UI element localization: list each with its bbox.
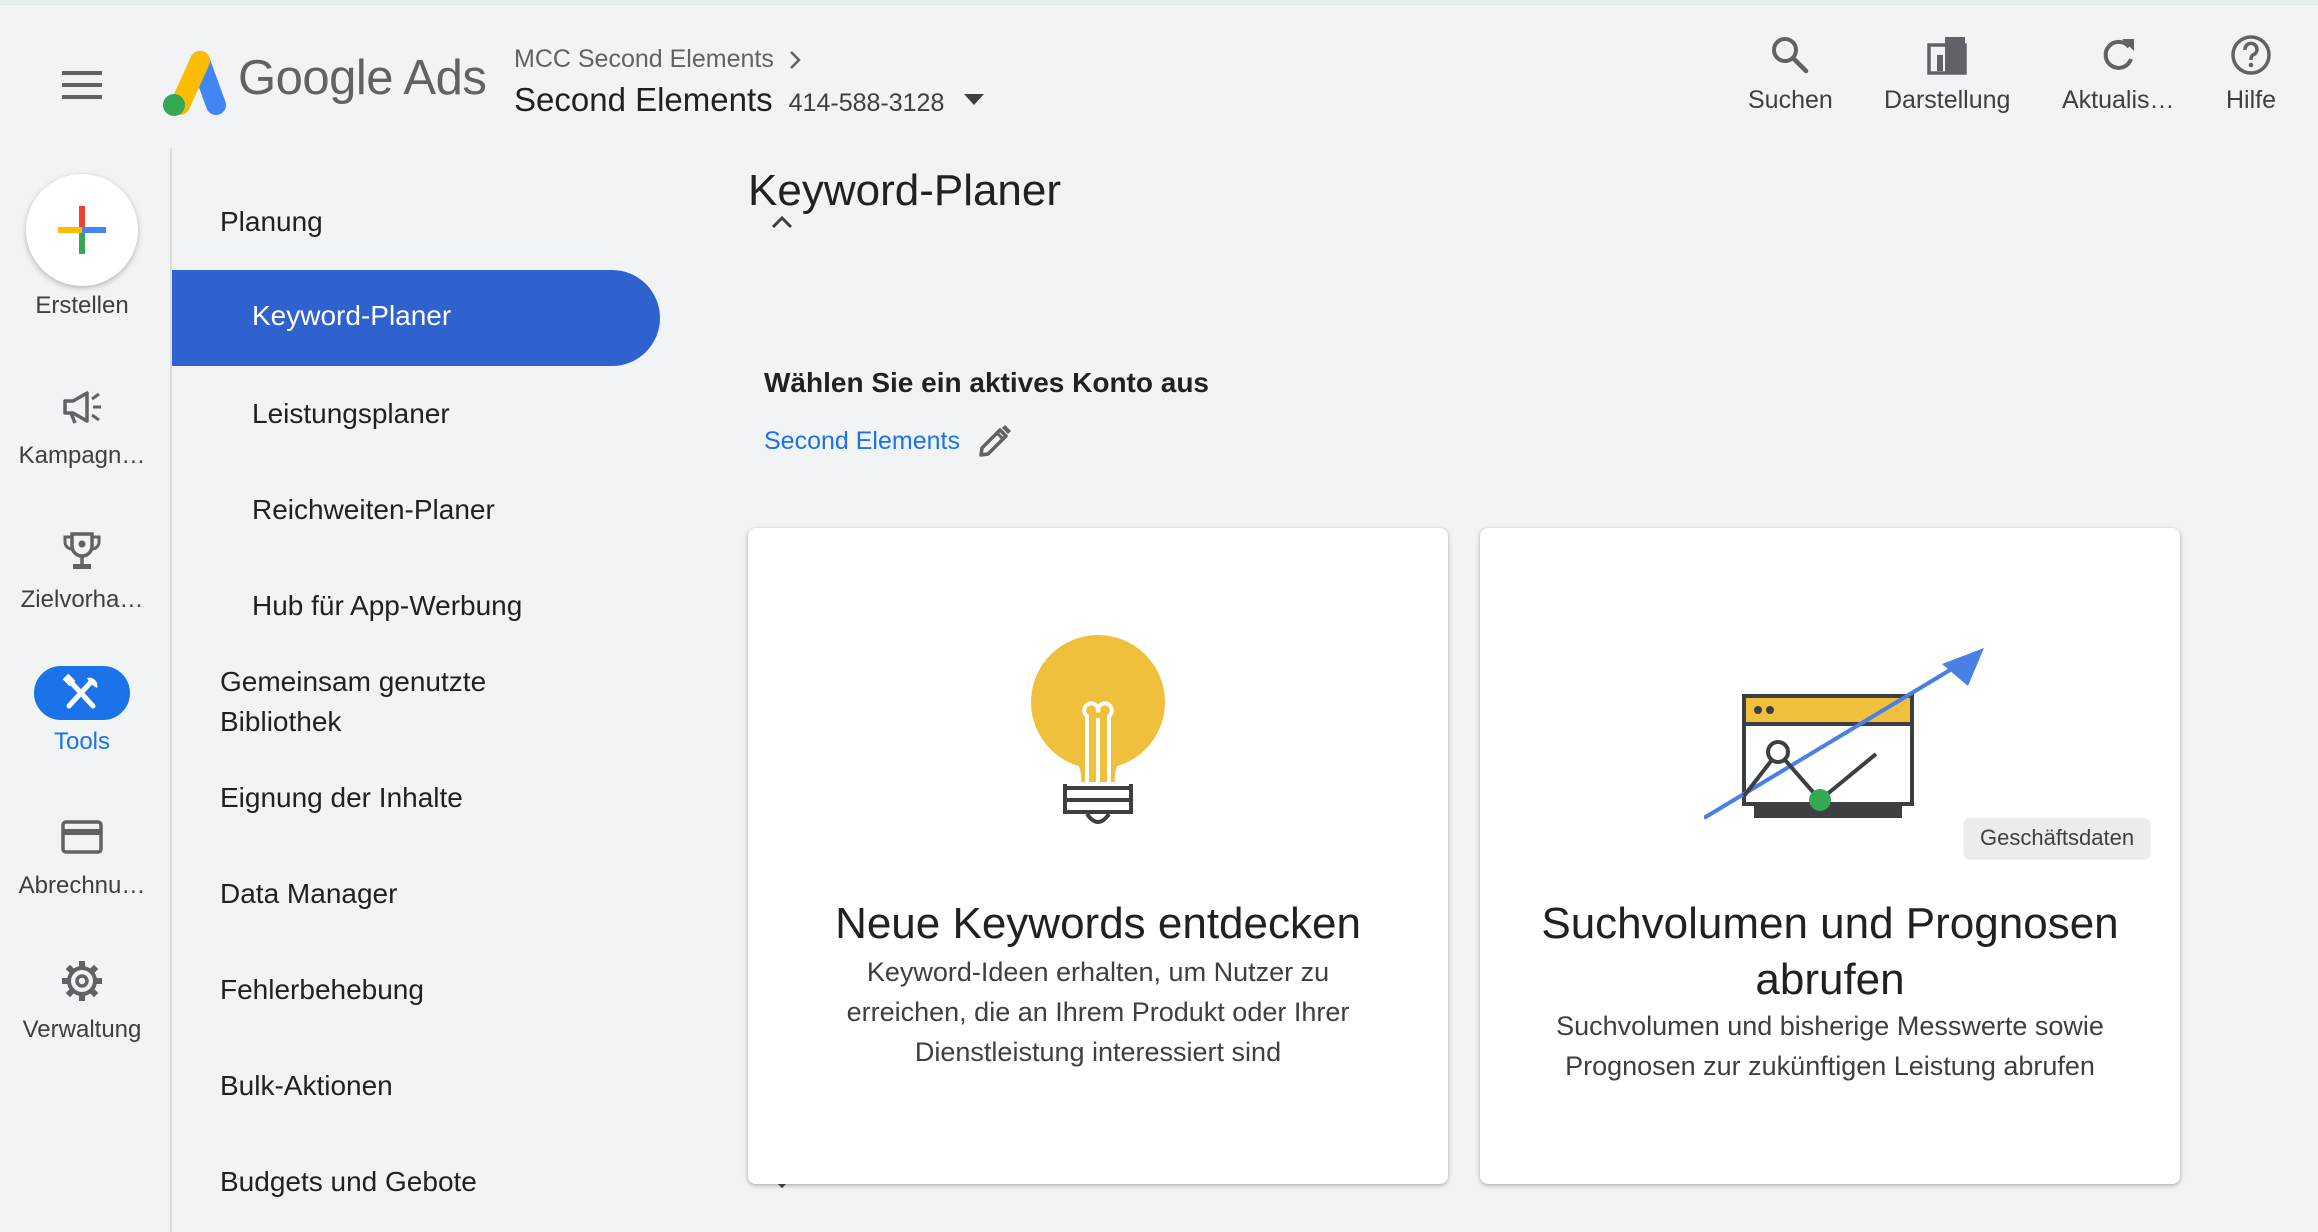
- app-header: Google Ads MCC Second Elements Second El…: [0, 5, 2318, 140]
- data-manager-label: Data Manager: [220, 878, 398, 909]
- help-icon: [2231, 35, 2271, 75]
- rail-item-billing[interactable]: Abrechnu…: [0, 810, 164, 900]
- discover-keywords-description: Keyword-Ideen erhalten, um Nutzer zu err…: [846, 957, 1350, 1067]
- nav-item-app-hub[interactable]: Hub für App-Werbung: [252, 590, 522, 622]
- refresh-button[interactable]: Aktualis…: [2062, 30, 2175, 120]
- appearance-button[interactable]: Darstellung: [1884, 30, 2010, 120]
- tools-label: Tools: [53, 728, 111, 755]
- campaigns-label: Kampagn…: [18, 442, 146, 469]
- tools-nav-panel: Planung Keyword-Planer Leistungsplaner R…: [172, 140, 793, 1232]
- search-label: Suchen: [1748, 86, 1833, 114]
- dropdown-caret-icon: [964, 94, 985, 105]
- search-volume-forecasts-title: Suchvolumen und Prognosen abrufen: [1541, 899, 2119, 1004]
- selected-account-link[interactable]: Second Elements: [764, 422, 1014, 460]
- planning-label: Planung: [220, 206, 323, 237]
- keyword-planner-nav-label: Keyword-Planer: [252, 300, 452, 331]
- search-button[interactable]: Suchen: [1748, 30, 1833, 120]
- tools-icon: [62, 674, 98, 709]
- brand-name: Google Ads: [238, 51, 487, 105]
- nav-item-reach-planner[interactable]: Reichweiten-Planer: [252, 494, 495, 526]
- budgets-bids-label: Budgets und Gebote: [220, 1166, 477, 1197]
- bulk-actions-label: Bulk-Aktionen: [220, 1070, 393, 1101]
- billing-label: Abrechnu…: [18, 872, 146, 899]
- credit-card-icon: [61, 820, 103, 854]
- selected-account-name: Second Elements: [764, 426, 960, 455]
- mcc-breadcrumb[interactable]: MCC Second Elements: [514, 45, 802, 74]
- refresh-label: Aktualis…: [2062, 86, 2175, 114]
- rail-item-goals[interactable]: Zielvorha…: [0, 524, 164, 614]
- main-menu-button[interactable]: [52, 55, 112, 115]
- nav-group-shared-library[interactable]: Gemeinsam genutzte Bibliothek: [220, 662, 800, 742]
- google-ads-logo[interactable]: [150, 45, 230, 125]
- nav-group-troubleshooting[interactable]: Fehlerbehebung: [220, 974, 800, 1006]
- appearance-icon: [1927, 37, 1967, 75]
- create-label: Erstellen: [35, 292, 129, 319]
- rail-item-tools[interactable]: Tools: [0, 666, 164, 756]
- chevron-up-icon: [771, 215, 793, 229]
- left-rail: Erstellen Kampagn… Zielvorha… Tools Abre…: [0, 140, 170, 1232]
- admin-label: Verwaltung: [22, 1016, 142, 1043]
- shared-library-label-line1: Gemeinsam genutzte: [220, 666, 487, 697]
- discover-keywords-title: Neue Keywords entdecken: [835, 899, 1361, 948]
- help-button[interactable]: Hilfe: [2226, 30, 2276, 120]
- nav-group-planning[interactable]: Planung: [220, 206, 800, 238]
- rail-item-admin[interactable]: Verwaltung: [0, 954, 164, 1044]
- trophy-icon: [63, 532, 101, 569]
- account-name: Second Elements: [514, 81, 773, 118]
- help-label: Hilfe: [2226, 86, 2277, 114]
- lightbulb-icon: [1031, 635, 1165, 824]
- nav-group-bulk-actions[interactable]: Bulk-Aktionen: [220, 1070, 800, 1102]
- forecast-chart-icon: [1704, 648, 1984, 820]
- account-switcher[interactable]: Second Elements 414-588-3128: [514, 81, 985, 119]
- shared-library-label-line2: Bibliothek: [220, 706, 342, 737]
- mcc-label: MCC Second Elements: [514, 45, 774, 73]
- appearance-label: Darstellung: [1884, 86, 2011, 114]
- plus-icon: [58, 206, 106, 254]
- troubleshooting-label: Fehlerbehebung: [220, 974, 424, 1005]
- pencil-icon[interactable]: [976, 422, 1014, 460]
- customer-id: 414-588-3128: [788, 89, 945, 117]
- discover-keywords-card[interactable]: Neue Keywords entdecken Keyword-Ideen er…: [748, 528, 1448, 1184]
- search-icon: [1772, 37, 1809, 74]
- goals-label: Zielvorha…: [20, 586, 144, 613]
- hamburger-menu-icon: [62, 71, 102, 99]
- create-button[interactable]: [26, 174, 138, 286]
- rail-create-label-wrap: Erstellen: [0, 292, 164, 342]
- nav-item-data-manager[interactable]: Data Manager: [220, 878, 800, 910]
- nav-group-budgets-bids[interactable]: Budgets und Gebote: [220, 1166, 800, 1198]
- megaphone-icon: [63, 391, 101, 424]
- search-volume-forecasts-description: Suchvolumen und bisherige Messwerte sowi…: [1556, 1011, 2104, 1081]
- refresh-icon: [2103, 39, 2135, 70]
- nav-item-content-suitability[interactable]: Eignung der Inhalte: [220, 782, 800, 814]
- chevron-right-icon: [789, 50, 801, 69]
- gear-icon: [62, 961, 102, 1001]
- page-title: Keyword-Planer: [748, 166, 1062, 215]
- nav-item-keyword-planner[interactable]: Keyword-Planer: [172, 270, 660, 366]
- rail-item-campaigns[interactable]: Kampagn…: [0, 380, 164, 470]
- content-suitability-label: Eignung der Inhalte: [220, 782, 463, 813]
- search-volume-forecasts-card[interactable]: Geschäftsdaten Suchvolumen und Prognosen…: [1480, 528, 2180, 1184]
- nav-item-performance-planner[interactable]: Leistungsplaner: [252, 398, 450, 430]
- business-data-tooltip: Geschäftsdaten: [1964, 818, 2151, 858]
- choose-account-label: Wählen Sie ein aktives Konto aus: [764, 367, 1210, 398]
